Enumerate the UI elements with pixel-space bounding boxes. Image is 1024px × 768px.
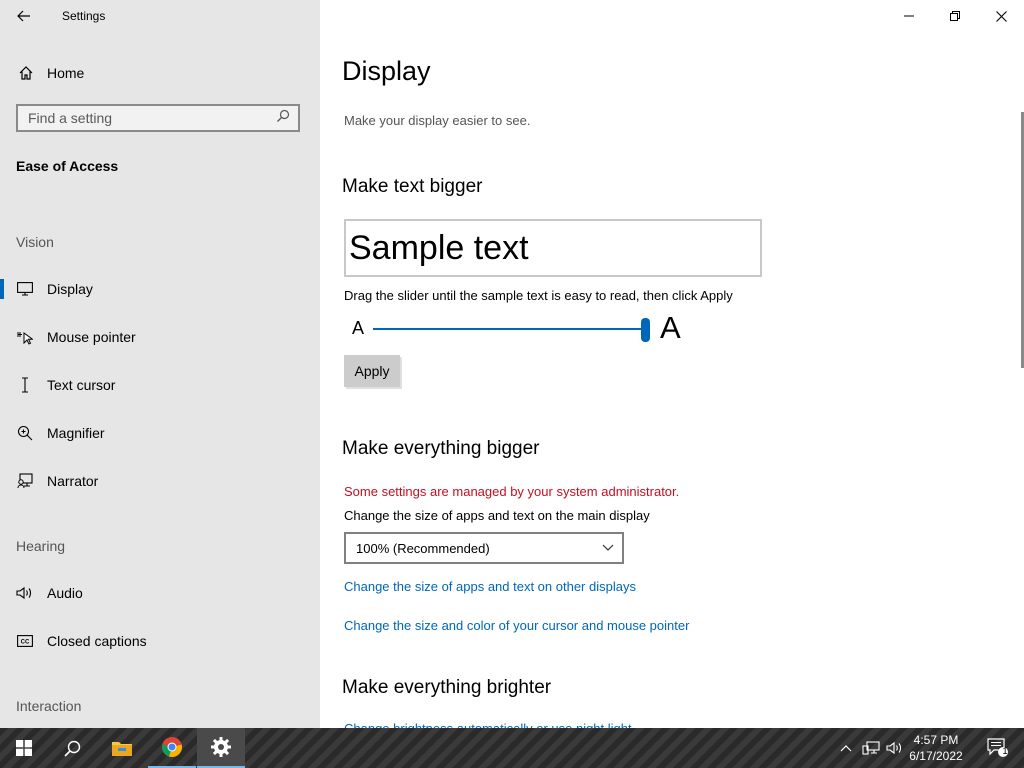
sidebar-item-label: Mouse pointer: [47, 329, 136, 345]
main-content: Display Make your display easier to see.…: [320, 0, 1024, 728]
clock[interactable]: 4:57 PM 6/17/2022: [906, 732, 966, 764]
back-arrow-icon: [17, 10, 30, 22]
scale-dropdown-value: 100% (Recommended): [356, 540, 490, 556]
clock-date: 6/17/2022: [909, 749, 963, 763]
search-box[interactable]: [16, 104, 300, 132]
taskbar: 4:57 PM 6/17/2022 1: [0, 728, 1024, 768]
text-size-slider-track[interactable]: [373, 328, 649, 330]
search-taskbar-button[interactable]: [48, 728, 96, 768]
link-other-displays[interactable]: Change the size of apps and text on othe…: [344, 579, 636, 594]
slider-max-label: A: [660, 310, 681, 345]
sidebar-item-label: Closed captions: [47, 633, 147, 649]
chrome-icon: [161, 737, 183, 757]
section-title: Ease of Access: [16, 158, 119, 174]
svg-text:CC: CC: [21, 640, 30, 646]
network-button[interactable]: [860, 728, 882, 768]
apply-button[interactable]: Apply: [344, 355, 400, 387]
close-button[interactable]: [978, 0, 1024, 32]
volume-button[interactable]: [884, 728, 906, 768]
back-button[interactable]: [10, 4, 38, 28]
magnifier-icon: [16, 424, 34, 442]
chrome-button[interactable]: [148, 728, 196, 768]
slider-min-label: A: [352, 318, 365, 338]
show-hidden-icons-button[interactable]: [836, 728, 856, 768]
chevron-up-icon: [840, 745, 852, 752]
folder-icon: [112, 742, 132, 756]
gear-icon: [211, 737, 231, 757]
group-heading-interaction: Interaction: [16, 698, 82, 714]
slider-instruction: Drag the slider until the sample text is…: [344, 288, 733, 303]
sidebar-item-narrator[interactable]: Narrator: [0, 461, 320, 501]
restore-button[interactable]: [932, 0, 978, 32]
file-explorer-button[interactable]: [98, 728, 146, 768]
sidebar-item-label: Magnifier: [47, 425, 105, 441]
search-input[interactable]: [28, 110, 268, 126]
volume-icon: [886, 741, 902, 755]
group-heading-hearing: Hearing: [16, 538, 66, 554]
sidebar-item-label: Narrator: [47, 473, 99, 489]
minimize-button[interactable]: [886, 0, 932, 32]
text-size-slider-thumb[interactable]: [641, 318, 650, 342]
sidebar-item-magnifier[interactable]: Magnifier: [0, 413, 320, 453]
mouse-pointer-icon: [16, 328, 34, 346]
sample-text: Sample text: [349, 228, 529, 267]
text-cursor-icon: [16, 376, 34, 394]
sidebar-item-label: Text cursor: [47, 377, 116, 393]
sidebar-item-display[interactable]: Display: [0, 269, 320, 309]
settings-taskbar-button[interactable]: [197, 728, 245, 768]
windows-logo-icon: [16, 740, 32, 756]
monitor-icon: [16, 280, 34, 298]
sidebar-item-closed-captions[interactable]: CC Closed captions: [0, 621, 320, 661]
speaker-icon: [16, 584, 34, 602]
heading-make-everything-bigger: Make everything bigger: [342, 438, 540, 459]
sample-text-preview: Sample text: [344, 219, 762, 277]
notification-count: 1: [1002, 746, 1008, 756]
sidebar-item-mouse-pointer[interactable]: Mouse pointer: [0, 317, 320, 357]
sidebar: Settings Home Ease of Access Vision Disp…: [0, 0, 320, 728]
sidebar-item-label: Home: [47, 65, 85, 81]
sidebar-item-audio[interactable]: Audio: [0, 573, 320, 613]
sidebar-item-text-cursor[interactable]: Text cursor: [0, 365, 320, 405]
link-cursor-pointer[interactable]: Change the size and color of your cursor…: [344, 618, 689, 633]
notifications-button[interactable]: 1: [978, 728, 1018, 768]
sidebar-item-label: Display: [47, 281, 93, 297]
sidebar-item-home[interactable]: Home: [0, 57, 320, 89]
scale-dropdown[interactable]: 100% (Recommended): [344, 532, 624, 564]
sidebar-item-label: Audio: [47, 585, 83, 601]
heading-make-text-bigger: Make text bigger: [342, 176, 483, 197]
scale-label: Change the size of apps and text on the …: [344, 508, 650, 523]
page-title: Display: [342, 56, 431, 86]
search-icon: [63, 740, 80, 757]
closed-captions-icon: CC: [16, 632, 34, 650]
page-description: Make your display easier to see.: [344, 113, 531, 128]
heading-make-everything-brighter: Make everything brighter: [342, 677, 552, 698]
chevron-down-icon: [602, 544, 614, 551]
search-icon[interactable]: [276, 109, 290, 128]
start-button[interactable]: [0, 728, 48, 768]
restore-icon: [950, 11, 960, 21]
admin-warning: Some settings are managed by your system…: [344, 484, 680, 499]
window-title: Settings: [62, 9, 106, 23]
minimize-icon: [904, 15, 914, 17]
home-icon: [16, 65, 36, 81]
network-icon: [862, 741, 880, 755]
clock-time: 4:57 PM: [913, 733, 959, 747]
narrator-icon: [16, 472, 34, 490]
group-heading-vision: Vision: [16, 234, 54, 250]
close-icon: [995, 10, 1007, 22]
